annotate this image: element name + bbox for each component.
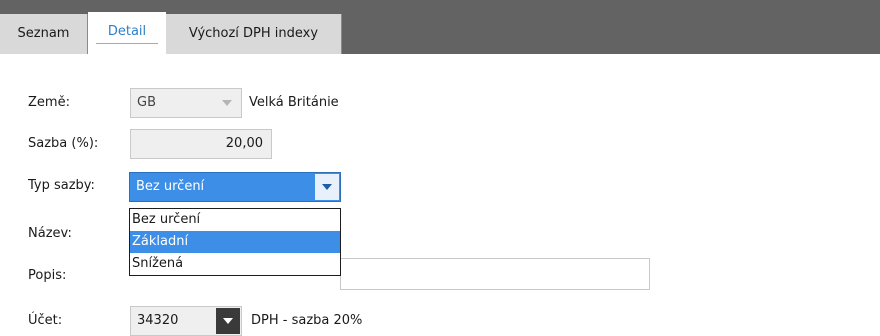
tab-bar: Seznam Detail Výchozí DPH indexy [0,0,880,56]
zeme-dropdown-button[interactable] [213,89,241,117]
chevron-down-icon [322,184,332,190]
typ-sazby-selected: Bez určení [136,179,205,194]
sazba-value: 20,00 [225,136,263,151]
typ-sazby-select[interactable]: Bez určení [129,172,341,202]
zeme-code: GB [137,95,156,110]
tab-seznam[interactable]: Seznam [0,14,88,54]
ucet-dropdown-button[interactable] [216,308,240,334]
ucet-select[interactable]: 34320 [130,306,242,336]
typ-sazby-dropdown-button[interactable] [315,174,339,200]
option-bez-urceni[interactable]: Bez určení [130,209,340,231]
option-zakladni[interactable]: Základní [130,231,340,253]
chevron-down-icon [222,100,232,106]
typ-sazby-label: Typ sazby: [28,178,95,193]
typ-sazby-dropdown-list: Bez určení Základní Snížená [129,208,341,276]
zeme-select[interactable]: GB [130,88,242,118]
ucet-code: 34320 [137,313,179,328]
popis-field[interactable] [340,258,650,290]
popis-label: Popis: [28,268,67,283]
tab-vychozi-dph-indexy[interactable]: Výchozí DPH indexy [166,14,342,54]
zeme-label: Země: [28,95,70,110]
ucet-name: DPH - sazba 20% [251,313,363,328]
option-snizena[interactable]: Snížená [130,253,340,275]
tab-detail[interactable]: Detail [88,12,166,56]
zeme-name: Velká Británie [249,95,339,110]
nazev-label: Název: [28,226,72,241]
chevron-down-icon [223,318,233,324]
sazba-field[interactable]: 20,00 [130,129,272,159]
ucet-label: Účet: [28,313,63,328]
sazba-label: Sazba (%): [28,136,99,151]
